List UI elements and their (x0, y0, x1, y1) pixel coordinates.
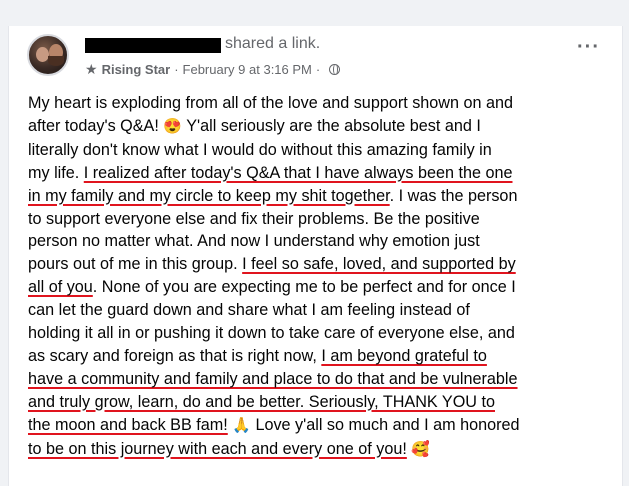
underlined-text: I realized after today's Q&A that I have… (83, 163, 513, 182)
post-text-line: to be on this journey with each and ever… (28, 438, 618, 462)
globe-icon[interactable] (329, 64, 341, 75)
post-meta: ★ Rising Star · February 9 at 3:16 PM · (85, 61, 341, 78)
post-text-line: person no matter what. And now I underst… (28, 230, 618, 253)
post-text: . I was the person (389, 186, 518, 205)
post-text-line: pours out of me in this group. I feel so… (28, 253, 618, 276)
underlined-text: and truly grow, learn, do and be better.… (28, 392, 495, 411)
star-icon: ★ (85, 61, 98, 77)
underlined-text: the moon and back BB fam! (28, 415, 228, 434)
rising-star-badge[interactable]: Rising Star (102, 62, 171, 77)
post-text: . None of you are expecting me to be per… (92, 278, 516, 297)
underlined-text: I feel so safe, loved, and supported by (242, 255, 516, 274)
underlined-text: all of you (28, 278, 93, 297)
post-text: can let the guard down and share what I … (28, 301, 470, 320)
post-text: pours out of me in this group. (28, 255, 243, 274)
post-text: my life. (28, 163, 84, 182)
post-timestamp[interactable]: February 9 at 3:16 PM (183, 62, 312, 77)
underlined-text: in my family and my circle to keep my sh… (28, 186, 390, 205)
post-text: person no matter what. And now I underst… (28, 232, 480, 251)
post-text-line: as scary and foreign as that is right no… (28, 345, 618, 368)
post-text: as scary and foreign as that is right no… (28, 346, 322, 365)
post-text-line: and truly grow, learn, do and be better.… (28, 391, 618, 414)
avatar-beard (48, 56, 64, 66)
post-text: Y'all seriously are the absolute best an… (182, 116, 481, 135)
post-text-line: literally don't know what I would do wit… (28, 139, 618, 162)
post-text-line: holding it all in or pushing it down to … (28, 322, 618, 345)
emoji-icon: 🥰 (411, 440, 431, 458)
post-text-line: to support everyone else and fix their p… (28, 208, 618, 231)
redacted-author-name (85, 38, 221, 53)
meta-separator: · (315, 62, 321, 77)
meta-separator: · (174, 62, 179, 77)
post-text-line: can let the guard down and share what I … (28, 299, 618, 322)
post-text-line: after today's Q&A! 😍 Y'all seriously are… (28, 115, 618, 139)
post-text-line: my life. I realized after today's Q&A th… (28, 162, 618, 185)
shared-link-label: shared a link. (225, 35, 321, 52)
post-text: Love y'all so much and I am honored (250, 415, 520, 434)
underlined-text: have a community and family and place to… (28, 369, 518, 388)
post-text-line: all of you. None of you are expecting me… (28, 276, 618, 299)
post-text: to support everyone else and fix their p… (28, 209, 480, 228)
post-text: holding it all in or pushing it down to … (28, 324, 515, 343)
underlined-text: to be on this journey with each and ever… (28, 439, 407, 458)
post-text: My heart is exploding from all of the lo… (28, 94, 514, 112)
emoji-icon: 😍 (163, 117, 183, 135)
post-body: My heart is exploding from all of the lo… (28, 92, 618, 462)
more-options-icon[interactable]: ··· (577, 37, 600, 57)
post-text-line: My heart is exploding from all of the lo… (28, 92, 618, 115)
post-text-line: the moon and back BB fam! 🙏 Love y'all s… (28, 414, 618, 438)
emoji-icon: 🙏 (232, 416, 251, 434)
underlined-text: I am beyond grateful to (321, 346, 487, 365)
post-text: literally don't know what I would do wit… (28, 140, 492, 159)
post-text-line: have a community and family and place to… (28, 368, 618, 391)
post-card: shared a link. ★ Rising Star · February … (8, 26, 623, 486)
post-text-line: in my family and my circle to keep my sh… (28, 185, 618, 208)
post-text: after today's Q&A! (28, 116, 164, 135)
avatar[interactable] (27, 34, 69, 76)
